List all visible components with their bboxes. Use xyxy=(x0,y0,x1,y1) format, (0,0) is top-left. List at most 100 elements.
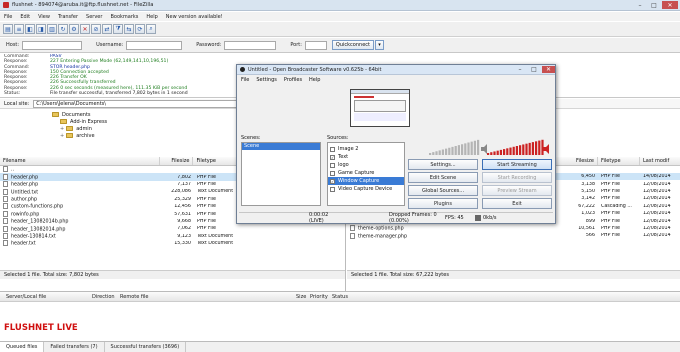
source-item[interactable]: Image 2 xyxy=(328,145,404,153)
file-icon xyxy=(350,232,355,239)
port-input[interactable] xyxy=(304,40,327,50)
local-file-row[interactable]: header_13082014.php 7,062 PHP File xyxy=(0,225,345,232)
source-item[interactable]: logo xyxy=(328,161,404,169)
toggle-queue-icon[interactable]: ▥ xyxy=(47,24,57,34)
source-name: Video Capture Device xyxy=(338,186,393,192)
plugins-button[interactable]: Plugins xyxy=(408,198,478,209)
host-input[interactable] xyxy=(22,40,83,50)
col-filename[interactable]: Filename xyxy=(0,157,160,165)
search-icon[interactable]: ⌕ xyxy=(146,24,156,34)
menu-edit[interactable]: Edit xyxy=(20,14,30,20)
remote-file-row[interactable]: theme-manager.php 566 PHP File 12/08/2014 xyxy=(347,232,680,239)
start-recording-button[interactable]: Start Recording xyxy=(482,172,552,183)
menu-transfer[interactable]: Transfer xyxy=(58,14,78,20)
speaker-icon[interactable] xyxy=(543,144,549,154)
password-input[interactable] xyxy=(224,40,277,50)
queue-col-priority[interactable]: Priority xyxy=(310,294,332,300)
menu-file[interactable]: File xyxy=(4,14,12,20)
col-filesize[interactable]: Filesize xyxy=(160,157,194,165)
obs-menu-help[interactable]: Help xyxy=(309,77,320,83)
menu-view[interactable]: View xyxy=(38,14,50,20)
source-checkbox[interactable] xyxy=(330,170,335,176)
refresh-icon[interactable]: ↻ xyxy=(58,24,68,34)
file-type: PHP File xyxy=(601,211,620,217)
local-file-row[interactable]: header.txt 15,330 Text Document xyxy=(0,240,345,247)
microphone-icon[interactable] xyxy=(481,144,487,154)
toggle-tree-icon[interactable]: ◧ xyxy=(25,24,35,34)
obs-menu-file[interactable]: File xyxy=(241,77,249,83)
tab-queued-files[interactable]: Queued files xyxy=(0,342,45,352)
source-checkbox[interactable] xyxy=(330,162,335,168)
sync-browse-icon[interactable]: ⟳ xyxy=(135,24,145,34)
menu-new-version[interactable]: New version available! xyxy=(166,14,223,20)
source-checkbox[interactable]: ✓ xyxy=(330,154,335,160)
queue-col-size[interactable]: Size xyxy=(296,294,310,300)
maximize-button[interactable]: □ xyxy=(648,1,660,9)
source-item[interactable]: Game Capture xyxy=(328,169,404,177)
close-button[interactable]: ✕ xyxy=(662,1,678,9)
expand-icon[interactable]: + xyxy=(60,133,64,139)
expand-icon[interactable]: + xyxy=(60,126,64,132)
source-checkbox[interactable] xyxy=(330,146,335,152)
toggle-log-icon[interactable]: ≡ xyxy=(14,24,24,34)
col-remote-filetype[interactable]: Filetype xyxy=(598,157,640,165)
preview-stream-button[interactable]: Preview Stream xyxy=(482,185,552,196)
meter-bar xyxy=(503,149,506,155)
menu-server[interactable]: Server xyxy=(86,14,102,20)
minimize-button[interactable]: – xyxy=(634,1,646,9)
obs-preview[interactable] xyxy=(350,89,410,127)
queue-col-server[interactable]: Server/Local file xyxy=(0,294,92,300)
meter-bar xyxy=(461,144,464,155)
queue-col-remote[interactable]: Remote file xyxy=(120,294,296,300)
tab-successful-transfers[interactable]: Successful transfers (3696) xyxy=(105,342,187,352)
col-remote-lastmod[interactable]: Last modif xyxy=(640,157,680,165)
process-queue-icon[interactable]: ⚙ xyxy=(69,24,79,34)
meter-bar xyxy=(435,151,438,155)
obs-close-button[interactable]: ✕ xyxy=(542,65,555,73)
start-streaming-button[interactable]: Start Streaming xyxy=(482,159,552,170)
file-size: 7,062 xyxy=(177,226,191,232)
source-item[interactable]: ✓ Text xyxy=(328,153,404,161)
obs-fps: FPS: 45 xyxy=(445,214,464,221)
source-checkbox[interactable] xyxy=(330,186,335,192)
global-sources-button[interactable]: Global Sources... xyxy=(408,185,478,196)
menu-help[interactable]: Help xyxy=(146,14,157,20)
log-message: File transfer successful, transferred 7,… xyxy=(50,91,188,97)
quickconnect-button[interactable]: Quickconnect xyxy=(331,40,374,50)
source-item[interactable]: ✓ Window Capture xyxy=(328,177,404,185)
edit-scene-button[interactable]: Edit Scene xyxy=(408,172,478,183)
source-item[interactable]: Video Capture Device xyxy=(328,185,404,193)
queue-col-direction[interactable]: Direction xyxy=(92,294,120,300)
sources-list: Image 2 ✓ Text logo Game Capture ✓ Window Capt… xyxy=(327,142,405,206)
file-name: .. xyxy=(11,167,15,173)
quickconnect-dropdown[interactable]: ▾ xyxy=(375,40,384,50)
filter-icon[interactable]: ⧩ xyxy=(113,24,123,34)
toggle-remote-tree-icon[interactable]: ◨ xyxy=(36,24,46,34)
site-manager-icon[interactable]: ▤ xyxy=(3,24,13,34)
file-size: 7,137 xyxy=(177,181,191,187)
queue-col-status[interactable]: Status xyxy=(332,294,348,300)
obs-menu-profiles[interactable]: Profiles xyxy=(284,77,302,83)
menu-bookmarks[interactable]: Bookmarks xyxy=(110,14,138,20)
col-remote-filesize[interactable]: Filesize xyxy=(553,157,598,165)
exit-button[interactable]: Exit xyxy=(482,198,552,209)
remote-file-row[interactable]: theme-options.php 10,561 PHP File 12/08/201… xyxy=(347,225,680,232)
obs-menu-settings[interactable]: Settings xyxy=(256,77,277,83)
source-checkbox[interactable]: ✓ xyxy=(330,178,335,184)
meter-bar xyxy=(473,140,476,155)
obs-maximize-button[interactable]: □ xyxy=(528,66,540,74)
file-size: 12,456 xyxy=(174,204,191,210)
scene-item[interactable]: Scene xyxy=(242,143,320,150)
cancel-icon[interactable]: ✕ xyxy=(80,24,90,34)
local-file-row[interactable]: header-130814.txt 9,123 Text Document xyxy=(0,232,345,240)
obs-settings-button[interactable]: Settings... xyxy=(408,159,478,170)
tab-failed-transfers[interactable]: Failed transfers (7) xyxy=(44,342,105,352)
meter-bar xyxy=(528,142,531,155)
port-label: Port: xyxy=(290,42,302,48)
compare-icon[interactable]: ⇆ xyxy=(124,24,134,34)
source-name: Window Capture xyxy=(338,178,380,184)
obs-minimize-button[interactable]: – xyxy=(514,66,526,74)
reconnect-icon[interactable]: ⇄ xyxy=(102,24,112,34)
disconnect-icon[interactable]: ⊘ xyxy=(91,24,101,34)
username-input[interactable] xyxy=(126,40,183,50)
